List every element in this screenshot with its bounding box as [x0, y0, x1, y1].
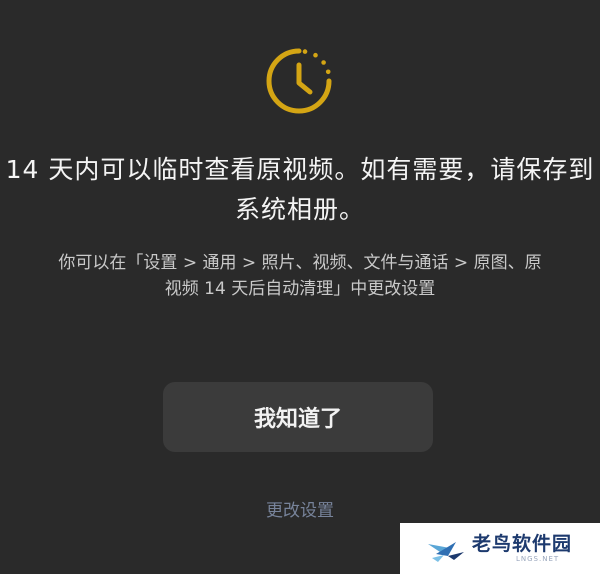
clock-icon: [266, 48, 332, 114]
title-line: 系统相册。: [234, 195, 365, 224]
description-line: 你可以在「设置 > 通用 > 照片、视频、文件与通话 > 原图、原: [58, 253, 542, 273]
title-line: 14 天内可以临时查看原视频。如有需要，请保存到: [5, 155, 595, 184]
bird-logo-icon: [428, 541, 464, 562]
watermark-name: 老鸟软件园: [472, 533, 573, 555]
change-settings-link[interactable]: 更改设置: [0, 496, 600, 521]
watermark: 老鸟软件园 LNGS.NET: [400, 523, 600, 574]
got-it-button[interactable]: 我知道了: [163, 382, 433, 452]
watermark-sub: LNGS.NET: [516, 555, 560, 563]
dialog-title: 14 天内可以临时查看原视频。如有需要，请保存到 系统相册。: [0, 150, 600, 230]
dialog-description: 你可以在「设置 > 通用 > 照片、视频、文件与通话 > 原图、原 视频 14 …: [0, 250, 600, 302]
description-line: 视频 14 天后自动清理」中更改设置: [164, 279, 436, 299]
dialog-screen: 14 天内可以临时查看原视频。如有需要，请保存到 系统相册。 你可以在「设置 >…: [0, 0, 600, 574]
